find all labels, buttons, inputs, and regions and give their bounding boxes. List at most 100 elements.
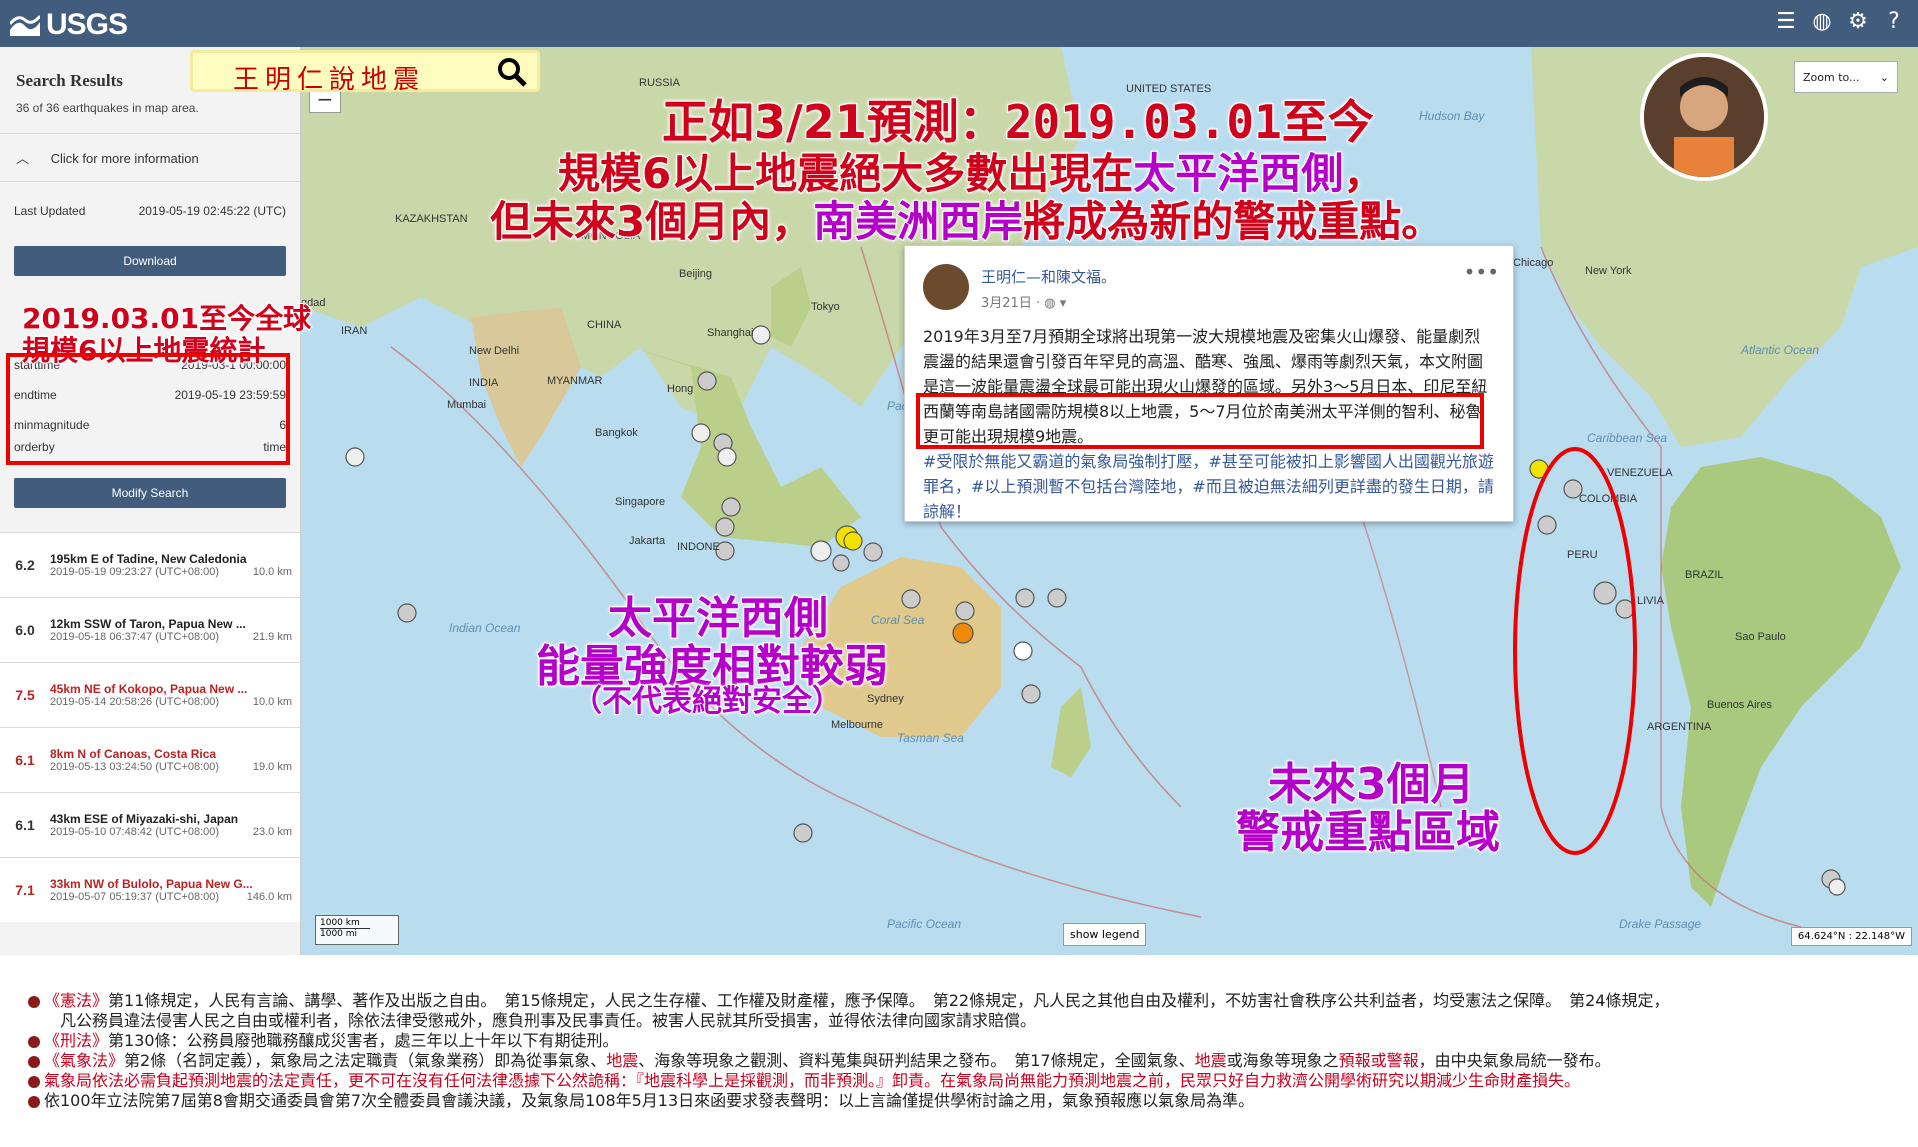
quake-marker (721, 497, 741, 517)
quake-marker (1828, 878, 1846, 896)
quake-marker (863, 542, 883, 562)
map-label: Sydney (867, 693, 904, 705)
map-label: INDIA (469, 377, 499, 389)
map-label: MYANMAR (547, 375, 603, 387)
list-item[interactable]: 7.1 33km NW of Bulolo, Papua New G... 2019… (0, 857, 300, 922)
law-name: 《刑法》 (44, 1031, 109, 1050)
law-text: 第2條（名詞定義），氣象局之法定職責（氣象業務）即為從事氣象、 (124, 1051, 607, 1070)
list-item[interactable]: 7.5 45km NE of Kokopo, Papua New ... 2019-… (0, 662, 300, 727)
headline-text: 南美洲西岸 (812, 196, 1024, 247)
map-label: IRAN (341, 325, 368, 337)
facebook-post-card: 王明仁—和陳文福。 3月21日 · ◍ ▾ ••• 2019年3月至7月預期全球… (904, 245, 1514, 522)
post-date-text: 3月21日 · (981, 296, 1045, 311)
list-item[interactable]: 6.2 195km E of Tadine, New Caledonia 2019-… (0, 532, 300, 597)
modify-search-button[interactable]: Modify Search (14, 478, 286, 508)
quake-depth: 10.0 km (252, 566, 292, 578)
cursor-coordinates: 64.624°N : 22.148°W (1790, 927, 1912, 946)
show-legend-button[interactable]: show legend (1063, 923, 1147, 946)
map-label: Hudson Bay (1419, 109, 1485, 123)
map-label: INDONE (677, 541, 720, 553)
quake-marker (717, 447, 737, 467)
law-name: 《氣象法》 (44, 1051, 125, 1070)
map-label: Shanghai (707, 327, 754, 339)
new-zealand-landmass (1051, 687, 1091, 777)
map-label: New Delhi (469, 345, 520, 357)
globe-icon[interactable]: ◍ (1810, 10, 1834, 34)
quake-magnitude: 6.1 (15, 817, 35, 833)
quake-place: 12km SSW of Taron, Papua New ... (50, 617, 246, 631)
map-label: COLOMBIA (1579, 493, 1638, 505)
avatar-portrait (1644, 57, 1764, 177)
map-label: Tasman Sea (897, 731, 964, 745)
last-updated-value: 2019-05-19 02:45:22 (UTC) (138, 204, 286, 218)
quake-place: 8km N of Canoas, Costa Rica (50, 747, 217, 761)
quake-place: 195km E of Tadine, New Caledonia (50, 552, 247, 566)
quake-marker (955, 601, 975, 621)
quake-marker (1529, 459, 1549, 479)
quake-marker (1015, 588, 1035, 608)
legal-footer: 《憲法》第11條規定，人民有言論、講學、著作及出版之自由。 第15條規定，人民之… (0, 955, 1918, 1147)
map-label: Melbourne (831, 719, 883, 731)
map-label: Indian Ocean (449, 621, 521, 635)
more-options-icon[interactable]: ••• (1464, 260, 1499, 284)
post-date: 3月21日 · ◍ ▾ (981, 292, 1066, 311)
quake-marker (1537, 515, 1557, 535)
list-item[interactable]: 6.0 12km SSW of Taron, Papua New ... 2019-… (0, 597, 300, 662)
quake-magnitude: 7.1 (15, 882, 35, 898)
globe-icon: ◍ ▾ (1044, 296, 1067, 311)
map-label: Tokyo (811, 301, 840, 313)
quake-time: 2019-05-07 05:19:37 (UTC+08:00) (50, 891, 220, 903)
law-text: 、海象等現象之觀測、資料蒐集與研判結果之發布。 第17條規定，全國氣象、 (638, 1051, 1195, 1070)
map-label: New York (1585, 265, 1632, 277)
zoom-to-select[interactable]: Zoom to... ⌄ (1794, 61, 1898, 93)
quake-marker (751, 325, 771, 345)
stats-caption-line: 2019.03.01至今全球 (21, 302, 312, 336)
map-label: Atlantic Ocean (1741, 343, 1820, 357)
quake-depth: 146.0 km (246, 891, 292, 903)
map-label: PERU (1567, 549, 1598, 561)
download-button[interactable]: Download (14, 246, 286, 276)
map-label: Jakarta (629, 535, 666, 547)
zoom-to-label: Zoom to... (1803, 71, 1860, 84)
search-overlay[interactable]: 王明仁說地震 (190, 50, 540, 95)
quake-marker (843, 531, 863, 551)
search-results-sidebar: Search Results 36 of 36 earthquakes in m… (0, 47, 301, 955)
author-avatar (1640, 53, 1768, 181)
list-item[interactable]: 6.1 43km ESE of Miyazaki-shi, Japan 2019-0… (0, 792, 300, 857)
quake-marker (697, 371, 717, 391)
map-label: BRAZIL (1685, 569, 1724, 581)
law-text: 或海象等現象之 (1226, 1051, 1339, 1070)
list-icon[interactable]: ☰ (1774, 10, 1798, 34)
map-label: Mumbai (447, 399, 487, 411)
help-icon[interactable]: ? (1882, 10, 1906, 34)
future-zone-caption-2: 警戒重點區域 (1235, 806, 1501, 859)
chevron-down-icon: ⌄ (1879, 71, 1889, 84)
map-label: Buenos Aires (1707, 699, 1772, 711)
post-author-name[interactable]: 王明仁—和陳文福。 (981, 266, 1116, 287)
more-info-toggle[interactable]: ︿ Click for more information (0, 134, 300, 181)
quake-time: 2019-05-10 07:48:42 (UTC+08:00) (50, 826, 220, 838)
quake-marker (810, 540, 832, 562)
prediction-highlight-box (916, 393, 1484, 449)
map-label: CHINA (587, 319, 622, 331)
law-name: 《憲法》 (44, 991, 109, 1010)
more-info-label: Click for more information (50, 151, 199, 166)
top-bar: USGS ☰ ◍ ⚙ ? (0, 0, 1918, 47)
list-item[interactable]: 6.1 8km N of Canoas, Costa Rica 2019-05-13… (0, 727, 300, 792)
map-label: VENEZUELA (1607, 467, 1673, 479)
quake-marker (397, 603, 417, 623)
usgs-logo[interactable]: USGS (10, 8, 128, 42)
scale-mi: 1000 mi (320, 929, 358, 939)
quake-magnitude: 6.2 (15, 557, 35, 573)
map-label: Chicago (1513, 257, 1554, 269)
bullet-icon (28, 1095, 40, 1108)
law-text: ，由中央氣象局統一發布。 (1418, 1051, 1611, 1070)
quake-marker (1593, 581, 1617, 605)
scale-bar: 1000 km 1000 mi (315, 915, 399, 945)
quake-magnitude: 6.1 (15, 752, 35, 768)
search-icon (498, 58, 527, 87)
quake-depth: 23.0 km (252, 826, 292, 838)
gear-icon[interactable]: ⚙ (1846, 10, 1870, 34)
quake-time: 2019-05-18 06:37:47 (UTC+08:00) (50, 631, 220, 643)
quake-marker (1047, 588, 1067, 608)
